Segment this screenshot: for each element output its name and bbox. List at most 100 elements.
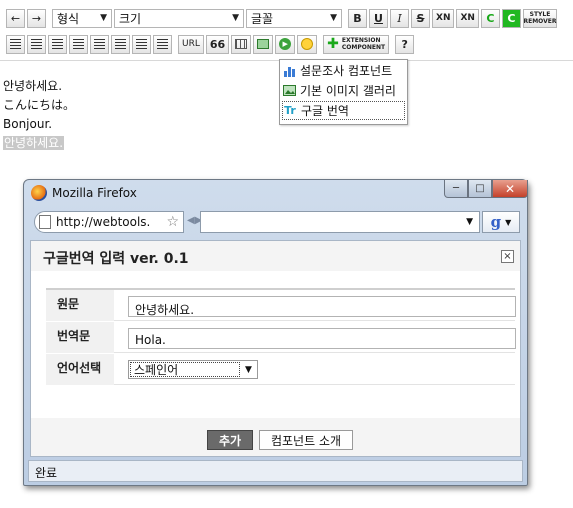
url-bar[interactable]: http://webtools. ☆ <box>34 211 184 233</box>
subscript-button[interactable]: XN <box>456 8 479 28</box>
underline-button[interactable]: U <box>369 8 388 28</box>
translate-icon: Tr <box>284 104 296 117</box>
unordered-list-button[interactable] <box>111 34 130 54</box>
outdent-button[interactable] <box>132 34 151 54</box>
plus-icon: ✚ <box>327 35 339 52</box>
content-line: 안녕하세요. <box>3 79 63 93</box>
editor-content[interactable]: 안녕하세요. こんにちは。 Bonjour. 안녕하세요. <box>3 77 75 153</box>
align-left-icon <box>10 39 21 49</box>
align-right-icon <box>52 39 63 49</box>
chevron-down-icon: ▼ <box>100 13 107 23</box>
chevron-down-icon: ▼ <box>505 217 512 227</box>
strikethrough-button[interactable]: S <box>411 8 430 28</box>
redo-button[interactable]: → <box>27 8 46 28</box>
format-select[interactable]: 형식 ▼ <box>52 8 112 28</box>
quote-button[interactable]: 66 <box>205 34 230 54</box>
background-color-button[interactable]: C <box>501 8 521 28</box>
extension-component-label: EXTENSION COMPONENT <box>341 37 386 51</box>
format-select-value: 형식 <box>57 11 80 26</box>
align-left-button[interactable] <box>6 34 25 54</box>
minimize-button[interactable]: ─ <box>444 180 468 198</box>
outdent-icon <box>136 39 147 49</box>
align-center-icon <box>31 39 42 49</box>
form-row-source: 원문 안녕하세요. <box>46 290 516 321</box>
browser-content: 구글번역 입력 ver. 0.1 × 원문 안녕하세요. 번역문 Hola. 언… <box>30 240 521 457</box>
image-gallery-icon <box>282 84 296 97</box>
dialog-header: 구글번역 입력 ver. 0.1 × <box>31 241 520 271</box>
firefox-logo-icon <box>31 185 47 201</box>
font-select-value: 글꼴 <box>251 11 274 26</box>
style-remover-button[interactable]: STYLE REMOVER <box>522 8 557 28</box>
align-justify-button[interactable] <box>69 34 88 54</box>
dialog-title: 구글번역 입력 ver. 0.1 <box>43 251 189 267</box>
media-button[interactable]: ▶ <box>275 34 296 54</box>
superscript-button[interactable]: XN <box>432 8 455 28</box>
table-button[interactable] <box>231 34 252 54</box>
emoticon-button[interactable] <box>297 34 318 54</box>
size-select[interactable]: 크기 ▼ <box>114 8 244 28</box>
url-button[interactable]: URL <box>178 34 204 54</box>
menu-item-image-gallery[interactable]: 기본 이미지 갤러리 <box>282 81 405 100</box>
image-icon <box>257 39 270 49</box>
search-engine-button[interactable]: g ▼ <box>482 211 520 233</box>
source-label: 원문 <box>46 290 114 321</box>
align-right-button[interactable] <box>48 34 67 54</box>
menu-item-survey[interactable]: 설문조사 컴포넌트 <box>282 61 405 80</box>
chevron-down-icon: ▼ <box>232 13 239 23</box>
page-icon <box>39 215 51 229</box>
translation-input[interactable]: Hola. <box>128 328 516 349</box>
dialog-footer: 추가 컴포넌트 소개 <box>31 418 520 456</box>
indent-icon <box>157 39 168 49</box>
maximize-button[interactable]: □ <box>468 180 492 198</box>
language-select[interactable]: 스페인어 ▼ <box>128 360 258 379</box>
dialog-close-button[interactable]: × <box>501 250 514 263</box>
firefox-window: Mozilla Firefox ─ □ ✕ http://webtools. ☆… <box>23 179 528 486</box>
arrow-left-icon: ← <box>10 11 21 25</box>
language-select-value: 스페인어 <box>130 362 240 377</box>
menu-item-label: 구글 번역 <box>301 104 349 118</box>
text-color-button[interactable]: C <box>480 8 500 28</box>
window-close-button[interactable]: ✕ <box>492 180 528 198</box>
bookmark-star-icon[interactable]: ☆ <box>166 214 179 230</box>
table-icon <box>235 39 248 49</box>
bold-button[interactable]: B <box>348 8 367 28</box>
indent-button[interactable] <box>153 34 172 54</box>
image-button[interactable] <box>253 34 274 54</box>
play-icon: ▶ <box>279 38 292 50</box>
url-text: http://webtools. <box>56 215 151 229</box>
extension-component-button[interactable]: ✚ EXTENSION COMPONENT <box>323 34 390 54</box>
toolbar-row-1: ← → 형식 ▼ 크기 ▼ 글꼴 ▼ B U I S XN XN C C STY… <box>6 8 559 28</box>
window-title: Mozilla Firefox <box>52 186 137 200</box>
address-dropdown[interactable]: ▼ <box>200 211 480 233</box>
status-bar: 완료 <box>28 460 523 482</box>
navigation-bar: http://webtools. ☆ ◀▶ ▼ g ▼ <box>30 209 523 235</box>
ordered-list-button[interactable] <box>90 34 109 54</box>
font-select[interactable]: 글꼴 ▼ <box>246 8 342 28</box>
content-line: こんにちは。 <box>3 98 76 112</box>
chart-icon <box>282 64 296 77</box>
undo-button[interactable]: ← <box>6 8 25 28</box>
content-line-selected: 안녕하세요. <box>3 136 65 150</box>
translation-label: 번역문 <box>46 322 114 353</box>
menu-item-google-translate[interactable]: Tr 구글 번역 <box>282 101 405 120</box>
minimize-icon: ─ <box>452 183 460 194</box>
menu-item-label: 기본 이미지 갤러리 <box>300 84 396 98</box>
language-label: 언어선택 <box>46 354 114 385</box>
form-row-language: 언어선택 스페인어 ▼ <box>46 354 515 385</box>
align-center-button[interactable] <box>27 34 46 54</box>
close-icon: ✕ <box>504 181 516 196</box>
ordered-list-icon <box>94 39 105 49</box>
add-button[interactable]: 추가 <box>207 430 253 450</box>
help-button[interactable]: ? <box>395 34 415 54</box>
menu-item-label: 설문조사 컴포넌트 <box>300 64 393 78</box>
chevron-down-icon: ▼ <box>466 217 473 227</box>
toolbar-row-2: URL 66 ▶ ✚ EXTENSION COMPONENT ? <box>6 34 416 54</box>
smiley-icon <box>301 38 314 50</box>
source-input[interactable]: 안녕하세요. <box>128 296 516 317</box>
italic-button[interactable]: I <box>390 8 409 28</box>
google-icon: g <box>490 213 502 231</box>
form-row-translation: 번역문 Hola. <box>46 322 516 353</box>
size-select-value: 크기 <box>119 11 142 26</box>
arrow-right-icon: → <box>31 11 42 25</box>
component-intro-button[interactable]: 컴포넌트 소개 <box>259 430 353 450</box>
